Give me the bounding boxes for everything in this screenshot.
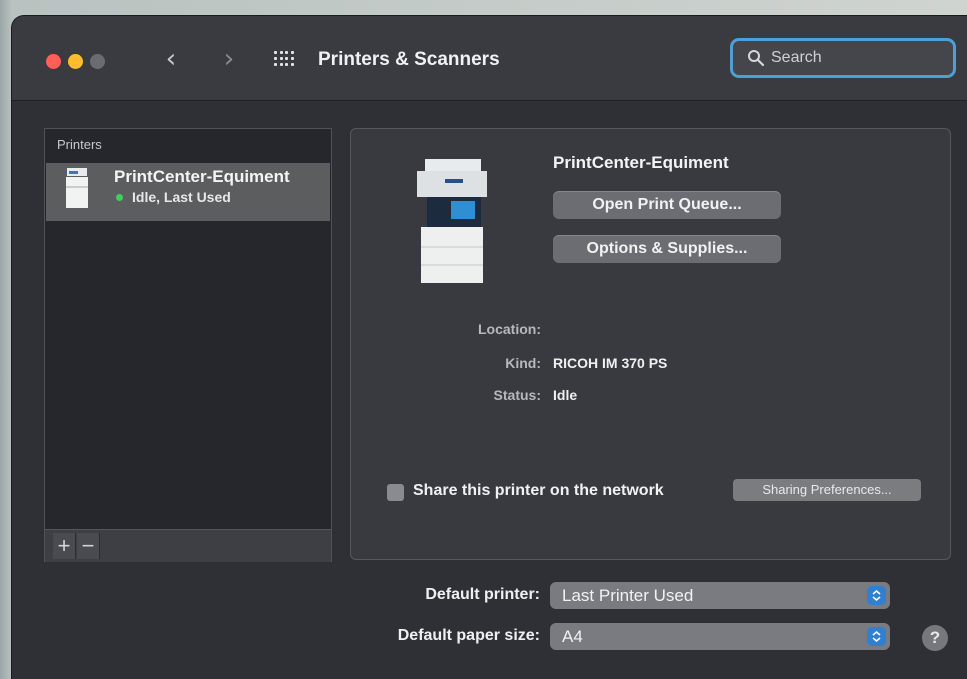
search-icon xyxy=(748,50,765,67)
printers-list-toolbar: + − xyxy=(45,529,331,562)
remove-printer-button[interactable]: − xyxy=(77,533,100,559)
show-all-grid-icon[interactable] xyxy=(274,51,294,67)
printer-image xyxy=(417,159,487,283)
window-title: Printers & Scanners xyxy=(318,49,500,70)
printer-list-item[interactable]: PrintCenter-Equiment Idle, Last Used xyxy=(46,163,330,221)
default-printer-label: Default printer: xyxy=(425,586,540,603)
search-placeholder: Search xyxy=(771,49,822,66)
title-bar: ‹ › Printers & Scanners Search xyxy=(12,16,967,101)
default-paper-size-label: Default paper size: xyxy=(397,627,540,644)
chevron-updown-icon xyxy=(867,586,886,605)
status-value: Idle xyxy=(553,387,578,403)
back-arrow-icon[interactable]: ‹ xyxy=(160,44,182,74)
printer-status-dot xyxy=(116,194,123,201)
default-printer-value: Last Printer Used xyxy=(562,586,694,605)
location-label: Location: xyxy=(478,321,541,337)
zoom-window-button[interactable] xyxy=(90,54,105,69)
printers-scanners-window: ‹ › Printers & Scanners Search Printers xyxy=(12,16,967,679)
default-paper-size-select[interactable]: A4 xyxy=(550,623,890,650)
printers-list: Printers PrintCenter-Equiment Idle, Last… xyxy=(44,128,332,562)
kind-label: Kind: xyxy=(505,355,541,371)
add-printer-button[interactable]: + xyxy=(53,533,76,559)
printer-list-item-status: Idle, Last Used xyxy=(132,189,231,205)
status-label: Status: xyxy=(493,387,541,403)
minimize-window-button[interactable] xyxy=(68,54,83,69)
search-field[interactable]: Search xyxy=(730,38,956,78)
help-button[interactable]: ? xyxy=(922,625,948,651)
close-window-button[interactable] xyxy=(46,54,61,69)
printers-list-header: Printers xyxy=(57,137,102,152)
share-printer-label[interactable]: Share this printer on the network xyxy=(413,482,664,500)
printer-list-item-name: PrintCenter-Equiment xyxy=(114,167,290,186)
default-paper-size-value: A4 xyxy=(562,627,583,646)
sharing-preferences-button[interactable]: Sharing Preferences... xyxy=(733,479,921,501)
kind-value: RICOH IM 370 PS xyxy=(553,355,668,371)
options-supplies-button[interactable]: Options & Supplies... xyxy=(553,235,781,263)
open-print-queue-button[interactable]: Open Print Queue... xyxy=(553,191,781,219)
printer-detail-panel: PrintCenter-Equiment Open Print Queue...… xyxy=(350,128,951,560)
selected-printer-name: PrintCenter-Equiment xyxy=(553,153,729,172)
default-printer-select[interactable]: Last Printer Used xyxy=(550,582,890,609)
chevron-updown-icon xyxy=(867,627,886,646)
share-printer-checkbox[interactable] xyxy=(387,484,404,501)
printer-icon xyxy=(66,168,88,208)
forward-arrow-icon[interactable]: › xyxy=(218,44,240,74)
desktop-background: ‹ › Printers & Scanners Search Printers xyxy=(0,0,967,679)
